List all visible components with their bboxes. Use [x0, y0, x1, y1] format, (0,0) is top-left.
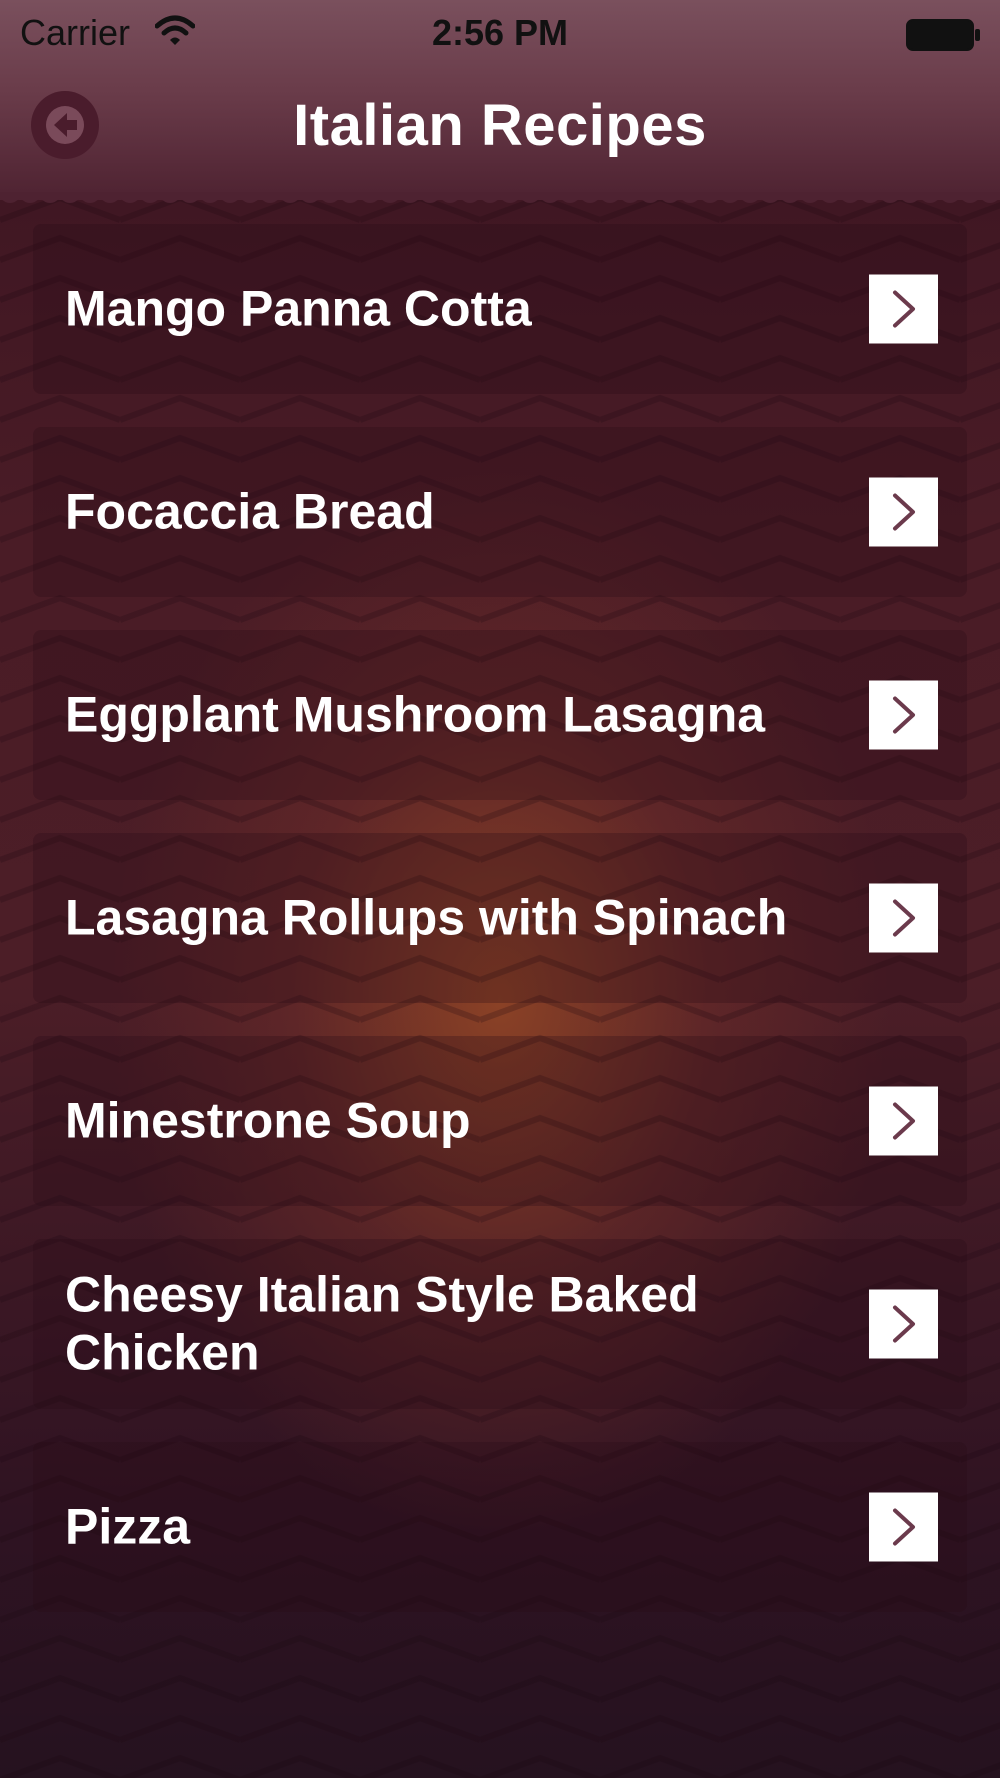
recipe-list: Mango Panna Cotta Focaccia Bread Eggplan…: [33, 224, 967, 1645]
page-title: Italian Recipes: [293, 93, 707, 158]
status-time: 2:56 PM: [431, 12, 569, 53]
recipe-label: Minestrone Soup: [65, 1092, 471, 1149]
recipe-item-focaccia-bread[interactable]: Focaccia Bread: [33, 427, 967, 597]
recipe-label: Cheesy Italian Style Baked Chicken: [65, 1266, 699, 1381]
recipes-screen: Carrier 2:56 PM Italian Recipes Mango Pa…: [0, 0, 1000, 1778]
recipe-label: Focaccia Bread: [65, 483, 435, 540]
recipe-label: Pizza: [65, 1498, 191, 1555]
recipe-item-lasagna-rollups[interactable]: Lasagna Rollups with Spinach: [33, 833, 967, 1003]
chevron-right-icon[interactable]: [869, 680, 938, 750]
recipe-label: Eggplant Mushroom Lasagna: [65, 686, 766, 743]
chevron-right-icon[interactable]: [869, 1086, 938, 1156]
chevron-right-icon[interactable]: [869, 1289, 938, 1359]
navigation-header: Carrier 2:56 PM Italian Recipes: [0, 0, 1000, 200]
chevron-right-icon[interactable]: [869, 274, 938, 344]
chevron-right-icon[interactable]: [869, 883, 938, 953]
battery-icon: [906, 19, 980, 51]
recipe-label: Lasagna Rollups with Spinach: [65, 889, 788, 946]
recipe-item-minestrone-soup[interactable]: Minestrone Soup: [33, 1036, 967, 1206]
recipe-item-pizza[interactable]: Pizza: [33, 1442, 967, 1612]
chevron-right-icon[interactable]: [869, 1492, 938, 1562]
header-scalloped-edge: [0, 192, 1000, 203]
recipe-item-cheesy-italian-baked-chicken[interactable]: Cheesy Italian Style Baked Chicken: [33, 1239, 967, 1409]
status-bar: Carrier 2:56 PM: [0, 0, 1000, 64]
chevron-right-icon[interactable]: [869, 477, 938, 547]
recipe-item-mango-panna-cotta[interactable]: Mango Panna Cotta: [33, 224, 967, 394]
recipe-label: Mango Panna Cotta: [65, 280, 532, 337]
recipe-item-eggplant-mushroom-lasagna[interactable]: Eggplant Mushroom Lasagna: [33, 630, 967, 800]
